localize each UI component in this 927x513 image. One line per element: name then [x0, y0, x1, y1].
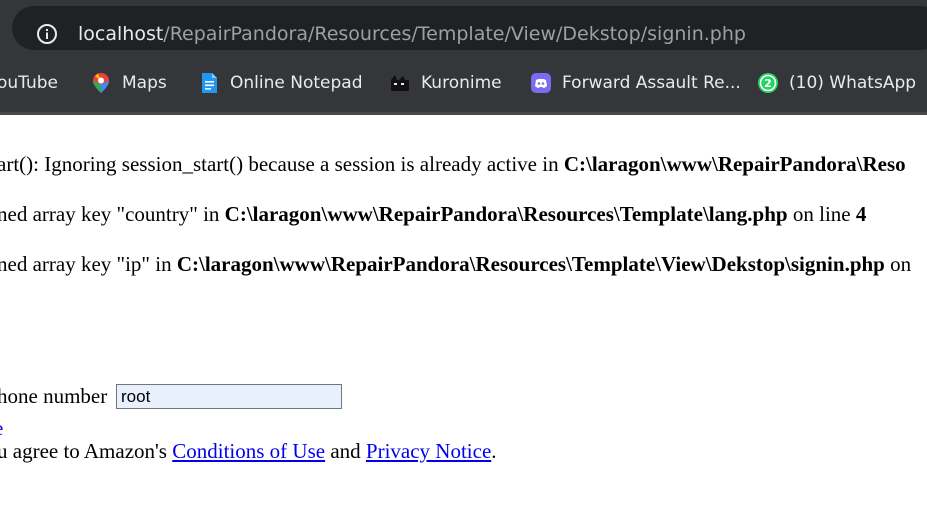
warning-session-start: art(): Ignoring session_start() because …: [0, 152, 906, 177]
warning-text: art(): Ignoring session_start() because …: [0, 152, 564, 176]
notepad-icon: [202, 73, 217, 93]
bookmark-youtube[interactable]: ouTube: [0, 64, 58, 102]
warning-suffix: on line: [787, 202, 856, 226]
warning-line-number: 4: [855, 202, 867, 226]
whatsapp-icon: 2: [758, 73, 778, 93]
bookmark-label: (10) WhatsApp: [789, 73, 917, 93]
privacy-notice-link[interactable]: Privacy Notice: [366, 439, 491, 463]
bookmark-whatsapp[interactable]: 2 (10) WhatsApp: [757, 64, 916, 102]
bookmark-kuronime[interactable]: Kuronime: [389, 64, 502, 102]
bookmark-label: Online Notepad: [230, 73, 363, 93]
warning-ip-key: ned array key "ip" in C:\laragon\www\Rep…: [0, 252, 911, 277]
warning-path: C:\laragon\www\RepairPandora\Resources\T…: [176, 252, 885, 276]
whatsapp-badge: 2: [764, 77, 772, 90]
url-text[interactable]: localhost/RepairPandora/Resources/Templa…: [78, 20, 746, 48]
bookmark-forward-assault[interactable]: Forward Assault Re...: [530, 64, 741, 102]
url-host: localhost: [78, 23, 164, 45]
bookmark-label: Kuronime: [421, 73, 502, 93]
warning-text: ned array key "country" in: [0, 202, 225, 226]
url-path: /RepairPandora/Resources/Template/View/D…: [163, 23, 746, 45]
bookmarks-bar: ouTube Maps Online Notepad Kuronime Forw…: [0, 64, 927, 102]
bookmark-maps[interactable]: Maps: [90, 64, 167, 102]
phone-number-input[interactable]: root: [116, 384, 342, 409]
warning-text: ned array key "ip" in: [0, 252, 177, 276]
agreement-prefix: u agree to Amazon's: [0, 439, 173, 463]
bookmark-label: Forward Assault Re...: [562, 73, 741, 93]
bookmark-label: ouTube: [0, 73, 59, 93]
kuronime-icon: [391, 75, 409, 91]
phone-number-label: hone number: [0, 384, 108, 408]
browser-chrome: localhost/RepairPandora/Resources/Templa…: [0, 0, 927, 115]
address-bar[interactable]: localhost/RepairPandora/Resources/Templa…: [12, 6, 927, 50]
truncated-link-fragment[interactable]: e: [0, 416, 3, 441]
warning-path: C:\laragon\www\RepairPandora\Reso: [563, 152, 906, 176]
warning-country-key: ned array key "country" in C:\laragon\ww…: [0, 202, 866, 227]
discord-icon: [531, 73, 551, 93]
warning-suffix: on: [884, 252, 912, 276]
page-content: art(): Ignoring session_start() because …: [0, 115, 927, 513]
agreement-text: u agree to Amazon's Conditions of Use an…: [0, 439, 497, 464]
bookmark-label: Maps: [122, 73, 167, 93]
agreement-end: .: [491, 439, 497, 463]
bookmark-online-notepad[interactable]: Online Notepad: [198, 64, 362, 102]
info-icon[interactable]: [36, 23, 58, 45]
conditions-of-use-link[interactable]: Conditions of Use: [172, 439, 325, 463]
agreement-and: and: [325, 439, 366, 463]
maps-pin-icon: [93, 73, 109, 93]
warning-path: C:\laragon\www\RepairPandora\Resources\T…: [224, 202, 788, 226]
